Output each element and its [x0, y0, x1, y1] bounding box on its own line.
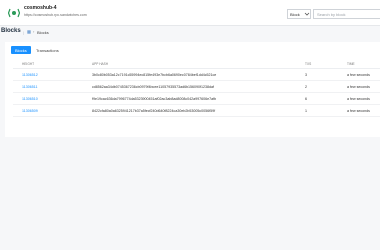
- search-input[interactable]: Search by block: [313, 9, 380, 19]
- table-row: 11306510 f9e19cac636da7996774da532390045…: [5, 93, 380, 105]
- app-hash: cd8562aa34db0745367236cb0979f4bcee110579…: [92, 84, 215, 89]
- block-time: a few seconds: [347, 96, 370, 101]
- app-logo-icon[interactable]: [8, 8, 20, 18]
- table-row: 11306509 8422cfa80a0a6325941217b37a5fecf…: [5, 105, 380, 117]
- top-header: cosmoshub-4 https://cosmoshub.rpc.sandwi…: [0, 0, 380, 26]
- app-name: cosmoshub-4: [24, 5, 57, 11]
- chevron-down-icon: [304, 12, 310, 16]
- block-time: a few seconds: [347, 84, 370, 89]
- breadcrumb-arrow: ›: [33, 29, 35, 34]
- search-type-select[interactable]: Block: [287, 9, 311, 19]
- tab-transactions[interactable]: Transactions: [32, 46, 62, 54]
- tx-count: 2: [305, 84, 307, 89]
- column-header-height: HEIGHT: [22, 62, 35, 66]
- tab-blocks[interactable]: Blocks: [11, 46, 31, 54]
- table-row: 11306512 3b0c80b053a12c7191c55994ec815fe…: [5, 69, 380, 81]
- block-height-link[interactable]: 11306509: [22, 109, 38, 113]
- column-header-time: TIME: [347, 62, 355, 66]
- column-header-txs: TXS: [305, 62, 312, 66]
- tx-count: 6: [305, 96, 307, 101]
- block-height-link[interactable]: 11306510: [22, 97, 38, 101]
- breadcrumb-current[interactable]: Blocks: [37, 30, 49, 35]
- search-type-label: Block: [290, 11, 300, 17]
- search-placeholder: Search by block: [317, 11, 346, 17]
- home-icon[interactable]: [27, 29, 31, 34]
- blocks-card: Blocks Transactions HEIGHT APP HASH TXS …: [5, 42, 380, 137]
- page-title: Blocks: [1, 28, 21, 34]
- column-header-app-hash: APP HASH: [92, 62, 109, 66]
- breadcrumb: Blocks | › Blocks: [0, 27, 380, 38]
- app-hash: f9e19cac636da7996774da5323900451af02ac3a…: [92, 96, 217, 101]
- row-divider: [13, 116, 380, 117]
- block-time: a few seconds: [347, 108, 370, 113]
- block-time: a few seconds: [347, 72, 370, 77]
- tx-count: 1: [305, 108, 307, 113]
- block-height-link[interactable]: 11306512: [22, 73, 38, 77]
- app-url: https://cosmoshub.rpc.sandwiches.com: [24, 13, 87, 17]
- app-hash: 8422cfa80a0a6325941217b37a5fecf240d640f8…: [92, 108, 216, 113]
- tx-count: 3: [305, 72, 307, 77]
- breadcrumb-separator: |: [23, 29, 25, 35]
- app-hash: 3b0c80b053a12c7191c55994ec815fe493e7bcb6…: [92, 72, 217, 77]
- block-height-link[interactable]: 11306511: [22, 85, 37, 89]
- table-row: 11306511 cd8562aa34db0745367236cb0979f4b…: [5, 81, 380, 93]
